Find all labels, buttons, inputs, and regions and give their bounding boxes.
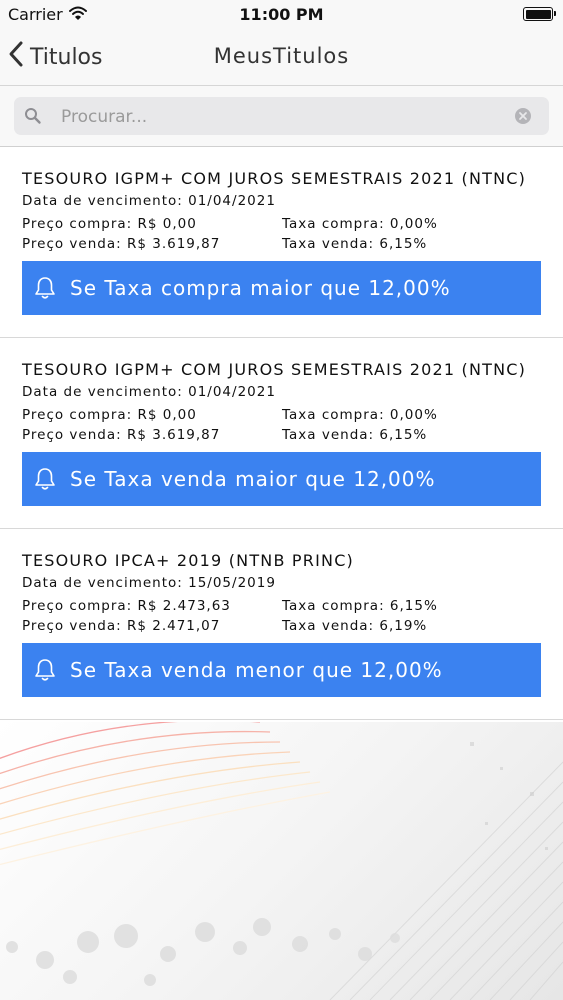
bell-icon: [34, 467, 56, 491]
sell-rate: Taxa venda: 6,19%: [282, 618, 428, 634]
buy-rate: Taxa compra: 0,00%: [282, 216, 438, 232]
alert-condition-label: Se Taxa venda maior que 12,00%: [70, 467, 436, 491]
sell-price: Preço venda: R$ 3.619,87: [22, 236, 221, 252]
bell-icon: [34, 276, 56, 300]
status-time: 11:00 PM: [239, 5, 324, 24]
maturity-date: Data de vencimento: 15/05/2019: [22, 575, 276, 591]
buy-price: Preço compra: R$ 2.473,63: [22, 598, 231, 614]
search-bar: [0, 86, 563, 147]
battery-icon: [523, 7, 556, 21]
sell-price: Preço venda: R$ 3.619,87: [22, 427, 221, 443]
buy-rate: Taxa compra: 0,00%: [282, 407, 438, 423]
search-box[interactable]: [14, 97, 549, 135]
bond-title: TESOURO IGPM+ COM JUROS SEMESTRAIS 2021 …: [22, 360, 527, 379]
alert-button[interactable]: Se Taxa venda menor que 12,00%: [22, 643, 541, 697]
clear-search-icon[interactable]: [515, 108, 531, 128]
sell-rate: Taxa venda: 6,15%: [282, 236, 428, 252]
list-item: TESOURO IGPM+ COM JUROS SEMESTRAIS 2021 …: [0, 147, 563, 338]
bell-icon: [34, 658, 56, 682]
page-title: MeusTitulos: [213, 44, 350, 68]
wave-pattern-graphic: [0, 722, 563, 1000]
maturity-date: Data de vencimento: 01/04/2021: [22, 193, 276, 209]
alert-condition-label: Se Taxa venda menor que 12,00%: [70, 658, 443, 682]
status-bar: Carrier 11:00 PM: [0, 0, 563, 30]
buy-price: Preço compra: R$ 0,00: [22, 407, 197, 423]
buy-rate: Taxa compra: 6,15%: [282, 598, 438, 614]
alert-list: TESOURO IGPM+ COM JUROS SEMESTRAIS 2021 …: [0, 147, 563, 720]
navigation-bar: Titulos MeusTitulos: [0, 30, 563, 86]
sell-price: Preço venda: R$ 2.471,07: [22, 618, 221, 634]
search-icon: [24, 107, 42, 129]
background-decoration: [0, 722, 563, 1000]
bond-title: TESOURO IGPM+ COM JUROS SEMESTRAIS 2021 …: [22, 169, 527, 188]
bond-title: TESOURO IPCA+ 2019 (NTNB PRINC): [22, 551, 355, 570]
sell-rate: Taxa venda: 6,15%: [282, 427, 428, 443]
maturity-date: Data de vencimento: 01/04/2021: [22, 384, 276, 400]
buy-price: Preço compra: R$ 0,00: [22, 216, 197, 232]
alert-condition-label: Se Taxa compra maior que 12,00%: [70, 276, 451, 300]
list-item: TESOURO IGPM+ COM JUROS SEMESTRAIS 2021 …: [0, 338, 563, 529]
alert-button[interactable]: Se Taxa compra maior que 12,00%: [22, 261, 541, 315]
alert-button[interactable]: Se Taxa venda maior que 12,00%: [22, 452, 541, 506]
search-input[interactable]: [59, 101, 503, 133]
list-item: TESOURO IPCA+ 2019 (NTNB PRINC) Data de …: [0, 529, 563, 720]
